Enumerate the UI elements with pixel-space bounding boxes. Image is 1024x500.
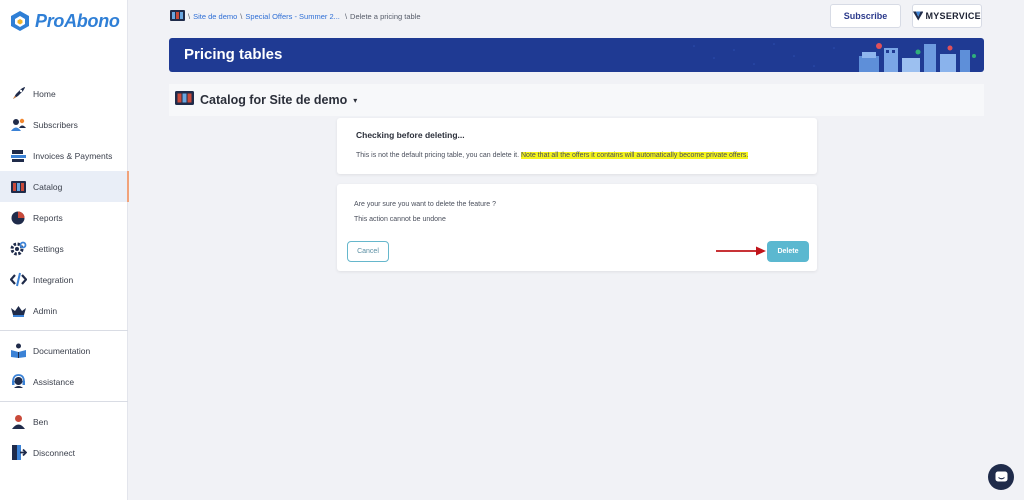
sidebar-item-assistance[interactable]: Assistance	[0, 366, 128, 397]
breadcrumb-link-offer[interactable]: Special Offers - Summer 2...	[245, 12, 339, 21]
invoice-icon	[10, 147, 27, 164]
sidebar-item-label: Ben	[33, 416, 49, 427]
check-card-text-highlight: Note that all the offers it contains wil…	[521, 152, 749, 159]
user-icon	[10, 413, 27, 430]
chevron-down-icon[interactable]: ▾	[353, 96, 357, 105]
pie-chart-icon	[10, 209, 27, 226]
breadcrumb-separator: \	[240, 12, 243, 21]
sidebar-item-label: Invoices & Payments	[33, 150, 113, 161]
catalog-selector[interactable]: Catalog for Site de demo ▾	[169, 84, 984, 116]
sidebar-item-catalog[interactable]: Catalog	[0, 171, 129, 202]
catalog-icon	[10, 178, 27, 195]
sidebar-item-label: Settings	[33, 243, 64, 254]
catalog-title[interactable]: Catalog for Site de demo	[200, 93, 347, 107]
code-icon	[10, 271, 27, 288]
sidebar-item-label: Catalog	[33, 181, 63, 192]
myservice-label: MYSERVICE	[925, 11, 981, 21]
annotation-arrow-icon	[716, 246, 766, 256]
rocket-icon	[10, 85, 27, 102]
sidebar-item-label: Reports	[33, 212, 63, 223]
sidebar-item-label: Disconnect	[33, 447, 76, 458]
sidebar-item-label: Home	[33, 88, 56, 99]
confirm-delete-card: Are your sure you want to delete the fea…	[337, 184, 817, 271]
breadcrumb-separator: \	[188, 12, 191, 21]
breadcrumb-current: Delete a pricing table	[350, 12, 421, 21]
confirm-warning: This action cannot be undone	[354, 216, 446, 223]
sidebar-item-label: Integration	[33, 274, 74, 285]
sidebar-divider	[0, 330, 128, 331]
logout-icon	[10, 444, 27, 461]
banner-illustration	[693, 43, 976, 72]
myservice-brand[interactable]: MYSERVICE	[912, 4, 982, 28]
chat-icon	[995, 471, 1007, 481]
sidebar-item-user[interactable]: Ben	[0, 406, 128, 437]
sidebar-item-admin[interactable]: Admin	[0, 295, 128, 326]
book-icon	[10, 342, 27, 359]
page-title: Pricing tables	[184, 46, 283, 63]
logo-hexagon-icon	[11, 11, 29, 31]
sidebar-item-label: Assistance	[33, 376, 75, 387]
subscribe-button[interactable]: Subscribe	[830, 4, 901, 28]
sidebar-nav: Home Subscribers Invoices & Payments Cat…	[0, 78, 129, 468]
sidebar-item-invoices[interactable]: Invoices & Payments	[0, 140, 128, 171]
sidebar: ProAbono Home Subscribers Invoices & Pay…	[0, 0, 129, 500]
breadcrumb-separator: \	[342, 12, 348, 21]
headset-icon	[10, 373, 27, 390]
confirm-question: Are your sure you want to delete the fea…	[354, 201, 497, 208]
chat-launcher[interactable]	[988, 464, 1014, 490]
sidebar-item-label: Subscribers	[33, 119, 78, 130]
check-card-title: Checking before deleting...	[356, 130, 465, 140]
sidebar-item-home[interactable]: Home	[0, 78, 128, 109]
sidebar-item-reports[interactable]: Reports	[0, 202, 128, 233]
sidebar-item-integration[interactable]: Integration	[0, 264, 128, 295]
breadcrumb-link-site[interactable]: Site de demo	[193, 12, 237, 21]
sidebar-item-documentation[interactable]: Documentation	[0, 335, 128, 366]
sidebar-item-label: Admin	[33, 305, 58, 316]
breadcrumb: \ Site de demo \ Special Offers - Summer…	[170, 10, 421, 23]
check-before-delete-card: Checking before deleting... This is not …	[337, 118, 817, 174]
check-card-text: This is not the default pricing table, y…	[356, 152, 749, 159]
delete-button[interactable]: Delete	[767, 241, 809, 262]
crown-icon	[10, 302, 27, 319]
check-card-text-plain: This is not the default pricing table, y…	[356, 152, 520, 159]
cancel-button[interactable]: Cancel	[347, 241, 389, 262]
sidebar-item-label: Documentation	[33, 345, 91, 356]
sidebar-item-disconnect[interactable]: Disconnect	[0, 437, 128, 468]
catalog-icon	[175, 90, 194, 110]
sidebar-item-settings[interactable]: Settings	[0, 233, 128, 264]
gear-icon	[10, 240, 27, 257]
logo-text: ProAbono	[35, 10, 120, 31]
myservice-logo-icon	[913, 11, 924, 21]
sidebar-item-subscribers[interactable]: Subscribers	[0, 109, 128, 140]
users-icon	[10, 116, 27, 133]
sidebar-divider	[0, 401, 128, 402]
logo[interactable]: ProAbono	[10, 10, 120, 32]
page-header-banner: Pricing tables	[169, 38, 984, 72]
catalog-icon	[170, 10, 185, 23]
